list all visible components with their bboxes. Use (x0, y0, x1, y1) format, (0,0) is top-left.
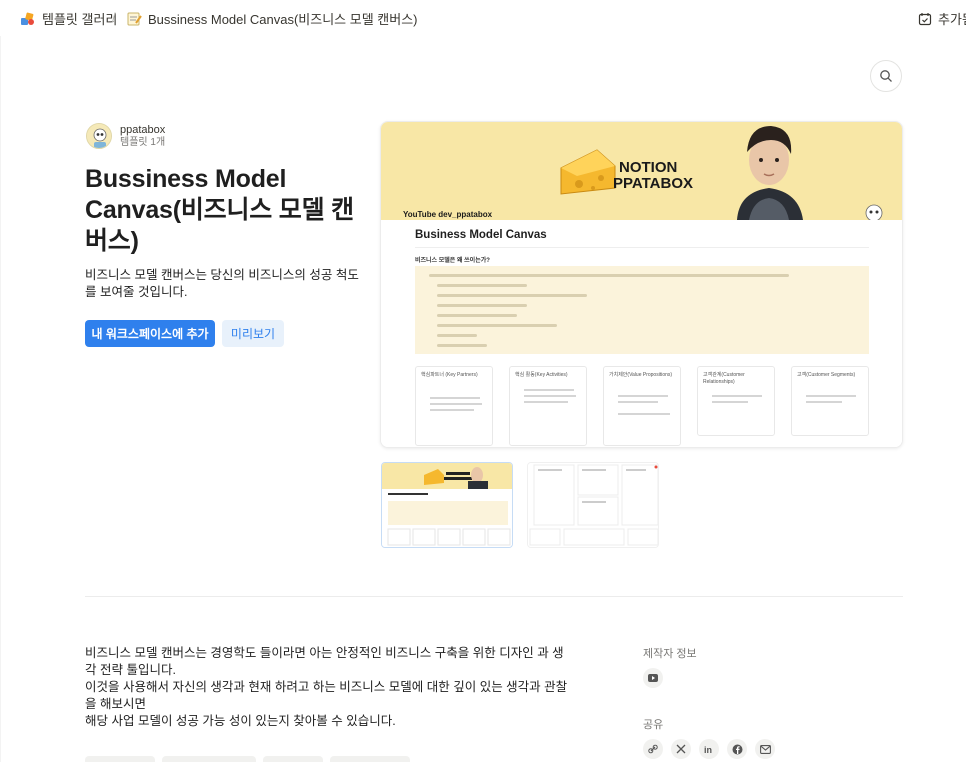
search-button[interactable] (870, 60, 902, 92)
added-label: 추가됨 (938, 12, 966, 27)
thumbnail-1-image (382, 463, 512, 547)
cheese-icon (560, 149, 616, 195)
share-facebook-button[interactable] (727, 739, 747, 759)
added-button[interactable]: 추가됨 (918, 9, 966, 28)
category-tag[interactable] (162, 756, 256, 762)
copy-link-button[interactable] (643, 739, 663, 759)
template-about: 비즈니스 모델 캔버스는 경영학도 들이라면 아는 안정적인 비즈니스 구축을 … (85, 645, 575, 730)
author-name: ppatabox (120, 123, 166, 136)
banner-channel-text: YouTube dev_ppatabox (403, 210, 493, 219)
page-title: Bussiness Model Canvas(비즈니스 모델 캔버스) (85, 165, 354, 255)
breadcrumb-page-label: Bussiness Model Canvas(비즈니스 모델 캔버스) (148, 12, 418, 27)
banner-text-line2: PPATABOX (613, 175, 694, 192)
category-tag[interactable] (85, 756, 155, 762)
link-icon (648, 744, 658, 754)
window-edge (0, 36, 1, 762)
share-email-button[interactable] (755, 739, 775, 759)
youtube-link-button[interactable] (643, 668, 663, 688)
youtube-icon (648, 674, 658, 682)
thumbnail-1[interactable] (381, 462, 513, 548)
preview-callout (415, 266, 869, 354)
x-icon (676, 744, 686, 754)
author-template-count: 템플릿 1개 (120, 136, 166, 148)
author-info[interactable]: ppatabox 템플릿 1개 (86, 123, 165, 149)
avatar (86, 123, 112, 149)
preview-button[interactable]: 미리보기 (222, 320, 284, 347)
preview-card: 가치제안(Value Propositions) (603, 366, 681, 446)
preview-card-label: 고객(Customer Segments) (797, 372, 856, 378)
preview-page-body: Business Model Canvas 비즈니스 모델은 왜 쓰이는가? 핵… (381, 220, 902, 447)
check-calendar-icon (918, 12, 932, 26)
template-description: 비즈니스 모델 캔버스는 당신의 비즈니스의 성공 척도를 보여줄 것입니다. (85, 268, 359, 299)
creator-info-label: 제작자 정보 (643, 648, 697, 660)
svg-text:in: in (704, 745, 712, 754)
about-line: 비즈니스 모델 캔버스는 경영학도 들이라면 아는 안정적인 비즈니스 구축을 … (85, 646, 564, 677)
share-label: 공유 (643, 719, 664, 731)
breadcrumb-gallery[interactable]: 템플릿 갤러리 (20, 9, 117, 28)
preview-card: 핵심파트너 (Key Partners) (415, 366, 493, 446)
mail-icon (759, 744, 771, 754)
preview-card-label: 가치제안(Value Propositions) (609, 372, 673, 378)
banner-logo-text: NOTION PPATABOX (613, 160, 693, 192)
mascot-icon (865, 204, 883, 220)
breadcrumb-separator: / (112, 10, 116, 25)
thumbnail-2-image (528, 463, 658, 547)
template-gallery-icon (20, 11, 36, 27)
template-preview-image[interactable]: NOTION PPATABOX YouTube dev_ppatabox Bus… (380, 121, 903, 448)
banner-text-line1: NOTION (619, 159, 678, 176)
preview-card: 고객(Customer Segments) (791, 366, 869, 436)
preview-card-label: 고객관계(Customer Relationships) (703, 372, 745, 385)
section-divider (85, 596, 903, 597)
preview-banner: NOTION PPATABOX YouTube dev_ppatabox (381, 122, 902, 220)
about-line: 이것을 사용해서 자신의 생각과 현재 하려고 하는 비즈니스 모델에 대한 깊… (85, 680, 568, 711)
search-icon (880, 70, 892, 82)
breadcrumb-current-page[interactable]: Bussiness Model Canvas(비즈니스 모델 캔버스) (126, 9, 417, 28)
about-line: 해당 사업 모델이 성공 가능 성이 있는지 찾아볼 수 있습니다. (85, 714, 396, 728)
facebook-icon (732, 744, 742, 754)
top-bar: 템플릿 갤러리 / Bussiness Model Canvas(비즈니스 모델… (0, 0, 966, 36)
linkedin-icon: in (704, 745, 712, 754)
preview-page-title: Business Model Canvas (415, 229, 547, 241)
share-x-button[interactable] (671, 739, 691, 759)
breadcrumb-gallery-label: 템플릿 갤러리 (42, 12, 118, 27)
memo-icon (126, 11, 142, 27)
preview-divider (415, 247, 869, 248)
share-linkedin-button[interactable]: in (699, 739, 719, 759)
thumbnail-2[interactable] (527, 462, 659, 548)
add-to-workspace-button[interactable]: 내 워크스페이스에 추가 (85, 320, 215, 347)
category-tag[interactable] (330, 756, 410, 762)
preview-card-label: 핵심 활동(Key Activities) (515, 372, 568, 378)
preview-card: 핵심 활동(Key Activities) (509, 366, 587, 446)
category-tag[interactable] (263, 756, 323, 762)
person-illustration (737, 126, 803, 220)
preview-card: 고객관계(Customer Relationships) (697, 366, 775, 436)
preview-card-label: 핵심파트너 (Key Partners) (421, 372, 478, 378)
preview-section-heading: 비즈니스 모델은 왜 쓰이는가? (415, 258, 490, 264)
